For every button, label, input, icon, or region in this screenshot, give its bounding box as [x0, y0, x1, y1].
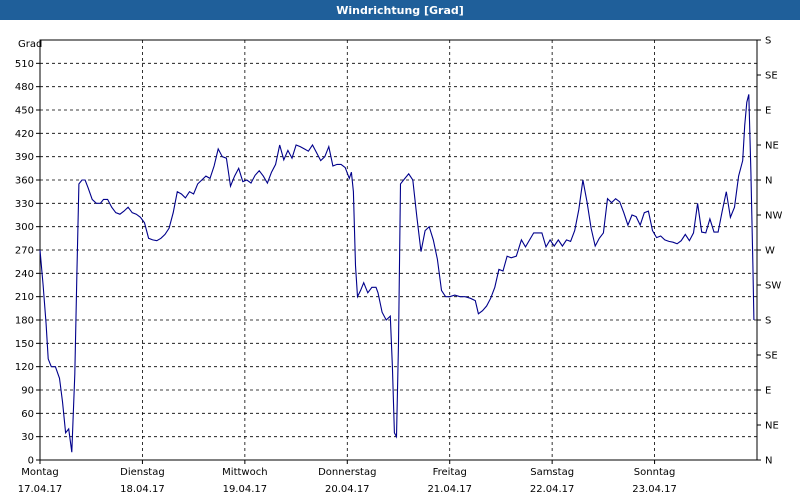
chart-title-bar: Windrichtung [Grad]	[0, 0, 800, 20]
x-tick-day-label: Mittwoch	[222, 467, 267, 478]
compass-tick-label: N	[765, 456, 772, 467]
x-tick-date-label: 19.04.17	[223, 484, 268, 495]
compass-tick-label: N	[765, 176, 772, 187]
y-tick-label: 30	[21, 432, 34, 443]
compass-tick-label: SE	[765, 351, 778, 362]
y-tick-label: 480	[15, 82, 34, 93]
compass-tick-label: E	[765, 106, 771, 117]
y-tick-label: 420	[15, 129, 34, 140]
y-tick-label: 330	[15, 199, 34, 210]
x-tick-day-label: Montag	[21, 467, 58, 478]
x-tick-date-label: 23.04.17	[632, 484, 677, 495]
y-tick-label: 240	[15, 269, 34, 280]
x-tick-day-label: Donnerstag	[318, 467, 376, 478]
compass-tick-label: S	[765, 316, 771, 327]
x-tick-day-label: Dienstag	[120, 467, 165, 478]
y-tick-label: 210	[15, 292, 34, 303]
y-tick-labels: 0 30 60 90 120 150 180 210 240 270 300 330 360 390 420…	[15, 59, 34, 467]
compass-tick-label: W	[765, 246, 775, 257]
y-tick-label: 150	[15, 339, 34, 350]
x-tick-day-label: Freitag	[433, 467, 467, 478]
x-tick-date-label: 22.04.17	[530, 484, 575, 495]
y-tick-label: 0	[28, 456, 34, 467]
grid-lines	[36, 39, 761, 464]
plot-frame	[39, 39, 758, 461]
x-tick-date-label: 17.04.17	[18, 484, 63, 495]
x-tick-date-label: 18.04.17	[120, 484, 165, 495]
x-tick-day-label: Sonntag	[634, 467, 676, 478]
compass-tick-label: SW	[765, 281, 781, 292]
chart-title: Windrichtung [Grad]	[336, 3, 464, 17]
y-tick-label: 360	[15, 176, 34, 187]
y-tick-label: 270	[15, 246, 34, 257]
compass-tick-label: S	[765, 36, 771, 47]
compass-tick-label: E	[765, 386, 771, 397]
y-axis-label: Grad	[18, 39, 42, 50]
y-tick-label: 180	[15, 316, 34, 327]
y-tick-label: 390	[15, 152, 34, 163]
wind-direction-chart: Grad 0 30 60 90 120 150 180 210 240 270 300 330 360 3…	[15, 36, 783, 496]
x-tick-day-label: Samstag	[530, 467, 574, 478]
compass-tick-labels: N NE E SE S SW W NW N NE E SE S	[765, 36, 782, 467]
y-tick-label: 510	[15, 59, 34, 70]
compass-tick-label: NE	[765, 421, 779, 432]
y-tick-label: 90	[21, 386, 34, 397]
x-tick-date-label: 21.04.17	[427, 484, 472, 495]
y-tick-label: 120	[15, 362, 34, 373]
compass-tick-label: NW	[765, 211, 782, 222]
x-tick-date-label: 20.04.17	[325, 484, 370, 495]
compass-tick-label: SE	[765, 71, 778, 82]
y-tick-label: 300	[15, 222, 34, 233]
y-tick-label: 450	[15, 106, 34, 117]
y-tick-label: 60	[21, 409, 34, 420]
compass-tick-label: NE	[765, 141, 779, 152]
x-tick-labels: Montag 17.04.17 Dienstag 18.04.17 Mittwoch 19…	[18, 467, 677, 495]
